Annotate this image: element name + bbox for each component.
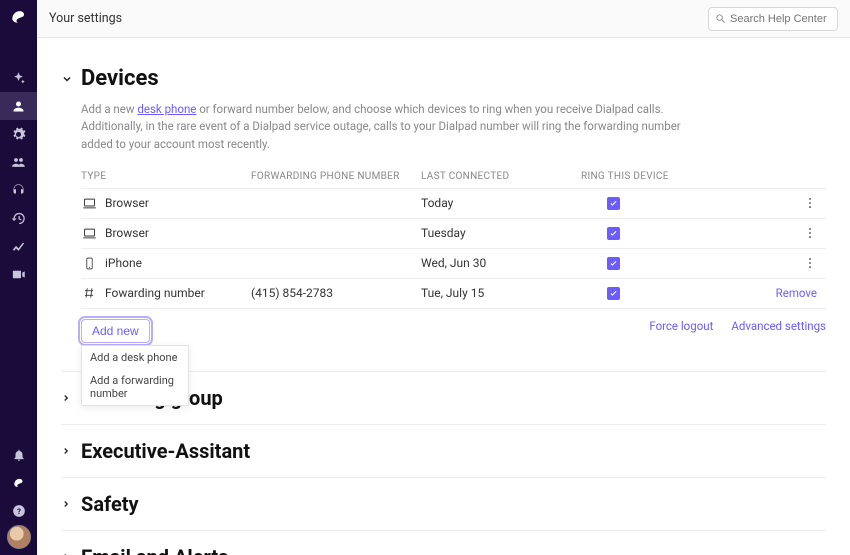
sidebar-item-video[interactable] (0, 260, 37, 288)
force-logout-link[interactable]: Force logout (649, 319, 713, 333)
device-type-label: Browser (105, 226, 149, 240)
sidebar-item-settings[interactable] (0, 120, 37, 148)
advanced-settings-link[interactable]: Advanced settings (731, 319, 826, 333)
col-last: LAST CONNECTED (421, 171, 581, 182)
phone-icon (81, 256, 97, 271)
topbar: Your settings (37, 0, 850, 38)
page-title: Your settings (49, 11, 122, 26)
section-title-email: Email and Alerts (81, 545, 228, 555)
device-last-connected: Wed, Jun 30 (421, 256, 581, 270)
sidebar-item-support[interactable] (0, 176, 37, 204)
help-search-input[interactable] (730, 13, 831, 25)
section-title-exec: Executive-Assitant (81, 439, 250, 463)
device-type-label: iPhone (105, 256, 142, 270)
section-title-devices: Devices (81, 66, 159, 91)
device-row: Browser Today (81, 189, 826, 219)
col-type: TYPE (81, 171, 251, 182)
help-search[interactable] (708, 7, 838, 31)
ring-device-checkbox[interactable] (607, 197, 620, 210)
section-exec[interactable]: Executive-Assitant (61, 424, 826, 477)
section-title-safety: Safety (81, 492, 139, 516)
sidebar-item-notifications[interactable] (0, 441, 37, 469)
sidebar-item-help[interactable]: ? (0, 497, 37, 525)
device-last-connected: Today (421, 196, 581, 210)
remove-device-link[interactable]: Remove (771, 286, 821, 300)
row-more-button[interactable] (771, 226, 821, 240)
user-avatar[interactable] (7, 525, 31, 549)
search-icon (715, 13, 726, 24)
devices-table: TYPE FORWARDING PHONE NUMBER LAST CONNEC… (81, 165, 826, 309)
devices-description: Add a new desk phone or forward number b… (61, 101, 701, 165)
row-more-button[interactable] (771, 196, 821, 210)
sidebar-item-ai[interactable] (0, 64, 37, 92)
device-forwarding: (415) 854-2783 (251, 286, 421, 300)
ring-device-checkbox[interactable] (607, 257, 620, 270)
device-type-label: Fowarding number (105, 286, 205, 300)
sidebar-item-contacts[interactable] (0, 92, 37, 120)
col-ring: RING THIS DEVICE (581, 171, 771, 182)
main-content: Devices Add a new desk phone or forward … (37, 38, 850, 555)
chevron-down-icon (61, 73, 73, 85)
section-header-devices[interactable]: Devices (61, 38, 826, 101)
device-row: iPhone Wed, Jun 30 (81, 249, 826, 279)
sidebar-item-status[interactable] (0, 469, 37, 497)
device-type-label: Browser (105, 196, 149, 210)
laptop-icon (81, 226, 97, 241)
row-more-button[interactable] (771, 256, 821, 270)
sidebar-item-history[interactable] (0, 204, 37, 232)
device-last-connected: Tue, July 15 (421, 286, 581, 300)
ring-device-checkbox[interactable] (607, 227, 620, 240)
section-email[interactable]: Email and Alerts (61, 530, 826, 555)
section-safety[interactable]: Safety (61, 477, 826, 530)
laptop-icon (81, 196, 97, 211)
menu-add-desk-phone[interactable]: Add a desk phone (82, 346, 188, 369)
ring-device-checkbox[interactable] (607, 287, 620, 300)
chevron-right-icon (61, 446, 73, 456)
device-row: Browser Tuesday (81, 219, 826, 249)
hash-icon (81, 286, 97, 300)
menu-add-forwarding[interactable]: Add a forwarding number (82, 369, 188, 405)
device-last-connected: Tuesday (421, 226, 581, 240)
device-row: Fowarding number (415) 854-2783Tue, July … (81, 279, 826, 309)
app-logo-icon[interactable] (8, 6, 30, 28)
add-new-menu: Add a desk phone Add a forwarding number (81, 345, 189, 406)
col-forwarding: FORWARDING PHONE NUMBER (251, 171, 421, 182)
desk-phone-link[interactable]: desk phone (137, 102, 196, 116)
svg-text:?: ? (17, 507, 21, 516)
devices-table-header: TYPE FORWARDING PHONE NUMBER LAST CONNEC… (81, 165, 826, 189)
sidebar-item-analytics[interactable] (0, 232, 37, 260)
chevron-right-icon (61, 499, 73, 509)
app-sidebar: ? (0, 0, 37, 555)
chevron-right-icon (61, 393, 73, 403)
add-new-button[interactable]: Add new (81, 319, 150, 343)
sidebar-item-team[interactable] (0, 148, 37, 176)
